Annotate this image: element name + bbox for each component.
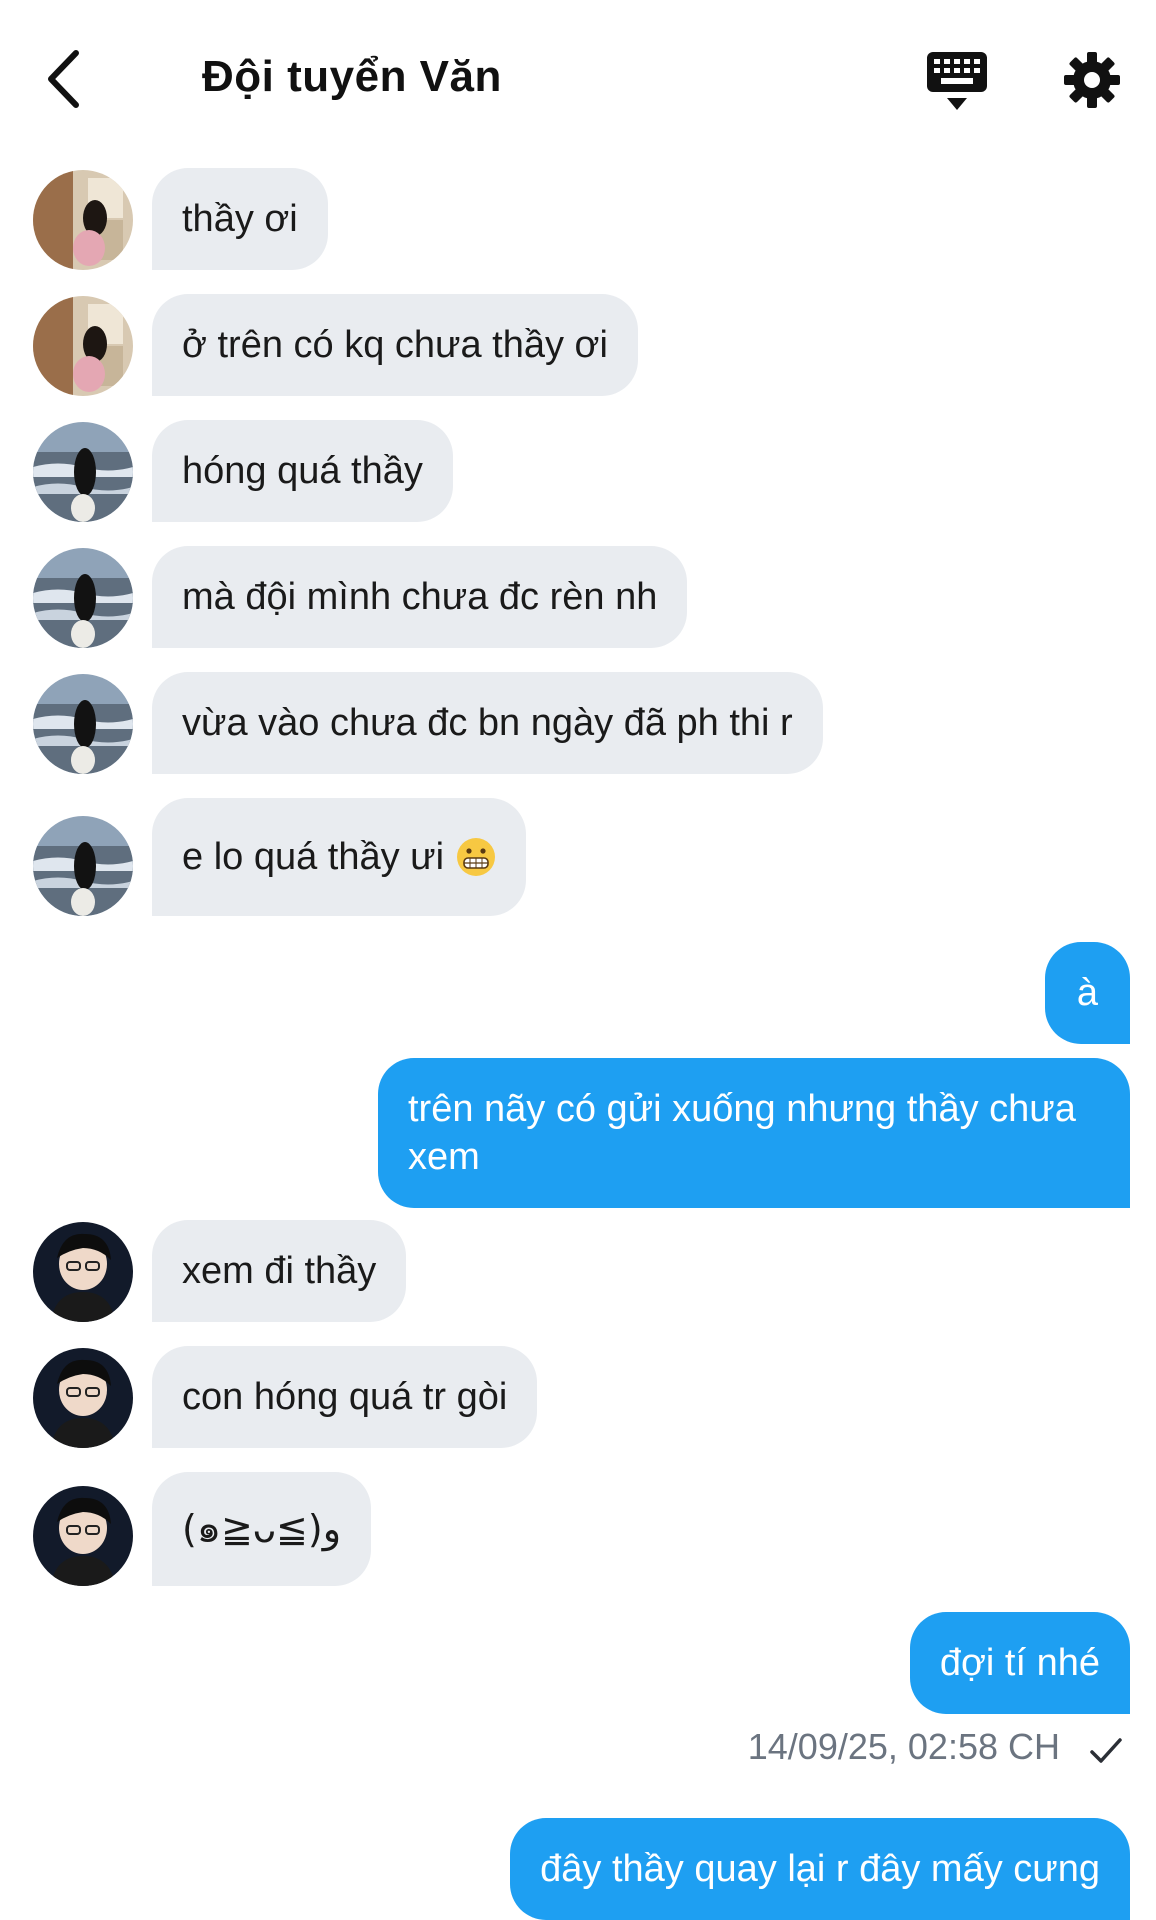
message-text: đợi tí nhé — [939, 1642, 1100, 1684]
chevron-left-icon — [48, 50, 79, 108]
avatar[interactable] — [33, 674, 133, 774]
message-text: xem đi thầy — [182, 1250, 377, 1292]
message-bubble-incoming[interactable]: ở trên có kq chưa thầy ơi — [152, 294, 638, 396]
message-bubble-outgoing[interactable]: à — [1044, 942, 1130, 1044]
chat-title: Đội tuyển Văn — [202, 52, 502, 101]
keyboard-icon — [927, 52, 987, 110]
avatar-photo-portrait — [33, 1222, 133, 1322]
message-text: vừa vào chưa đc bn ngày đã ph thi r — [182, 702, 793, 744]
avatar[interactable] — [33, 1222, 133, 1322]
message-text: đây thầy quay lại r đây mấy cưng — [540, 1848, 1100, 1890]
avatar[interactable] — [33, 1486, 133, 1586]
avatar-photo-sea — [33, 816, 133, 916]
avatar[interactable] — [33, 816, 133, 916]
avatar-photo-sea — [33, 422, 133, 522]
avatar[interactable] — [33, 170, 133, 270]
message-text: trên nãy có gửi xuống nhưng thầy chưa xe… — [408, 1088, 1076, 1178]
message-text: con hóng quá tr gòi — [182, 1376, 508, 1418]
message-text: ở trên có kq chưa thầy ơi — [182, 324, 608, 366]
message-bubble-incoming[interactable]: thầy ơi — [152, 168, 328, 270]
grimacing-face-emoji — [457, 838, 496, 876]
message-text: mà đội mình chưa đc rèn nh — [182, 576, 658, 618]
chat-header: Đội tuyển Văn — [0, 0, 1156, 150]
message-text: à — [1076, 972, 1098, 1014]
message-text: thầy ơi — [182, 198, 298, 240]
back-button[interactable] — [38, 44, 88, 114]
avatar-photo-sea — [33, 548, 133, 648]
gear-icon — [1064, 52, 1120, 108]
message-timestamp: 14/09/25, 02:58 CH — [747, 1726, 1060, 1767]
avatar-photo-building — [33, 170, 133, 270]
avatar-photo-portrait — [33, 1486, 133, 1586]
message-bubble-outgoing[interactable]: đợi tí nhé — [909, 1612, 1130, 1714]
avatar-photo-sea — [33, 674, 133, 774]
message-bubble-incoming[interactable]: mà đội mình chưa đc rèn nh — [152, 546, 688, 648]
message-bubble-incoming[interactable]: con hóng quá tr gòi — [152, 1346, 538, 1448]
avatar[interactable] — [33, 296, 133, 396]
avatar-photo-building — [33, 296, 133, 396]
message-bubble-incoming[interactable]: xem đi thầy — [152, 1220, 407, 1322]
message-text: hóng quá thầy — [182, 450, 423, 492]
keyboard-button[interactable] — [925, 50, 989, 112]
avatar[interactable] — [33, 1348, 133, 1448]
message-text: e lo quá thầy ưi — [182, 836, 445, 878]
avatar[interactable] — [33, 548, 133, 648]
settings-button[interactable] — [1062, 50, 1122, 110]
avatar-photo-portrait — [33, 1348, 133, 1448]
message-bubble-incoming[interactable]: vừa vào chưa đc bn ngày đã ph thi r — [152, 672, 823, 774]
message-text: (๑≧ᴗ≦)و — [182, 1507, 342, 1551]
checkmark-icon — [1090, 1738, 1122, 1763]
message-bubble-incoming[interactable]: (๑≧ᴗ≦)و — [152, 1472, 372, 1586]
message-bubble-outgoing[interactable]: đây thầy quay lại r đây mấy cưng — [510, 1818, 1130, 1920]
message-bubble-incoming[interactable]: hóng quá thầy — [152, 420, 453, 522]
message-bubble-incoming[interactable]: e lo quá thầy ưi — [152, 798, 527, 916]
avatar[interactable] — [33, 422, 133, 522]
message-bubble-outgoing[interactable]: trên nãy có gửi xuống nhưng thầy chưa xe… — [378, 1058, 1130, 1208]
